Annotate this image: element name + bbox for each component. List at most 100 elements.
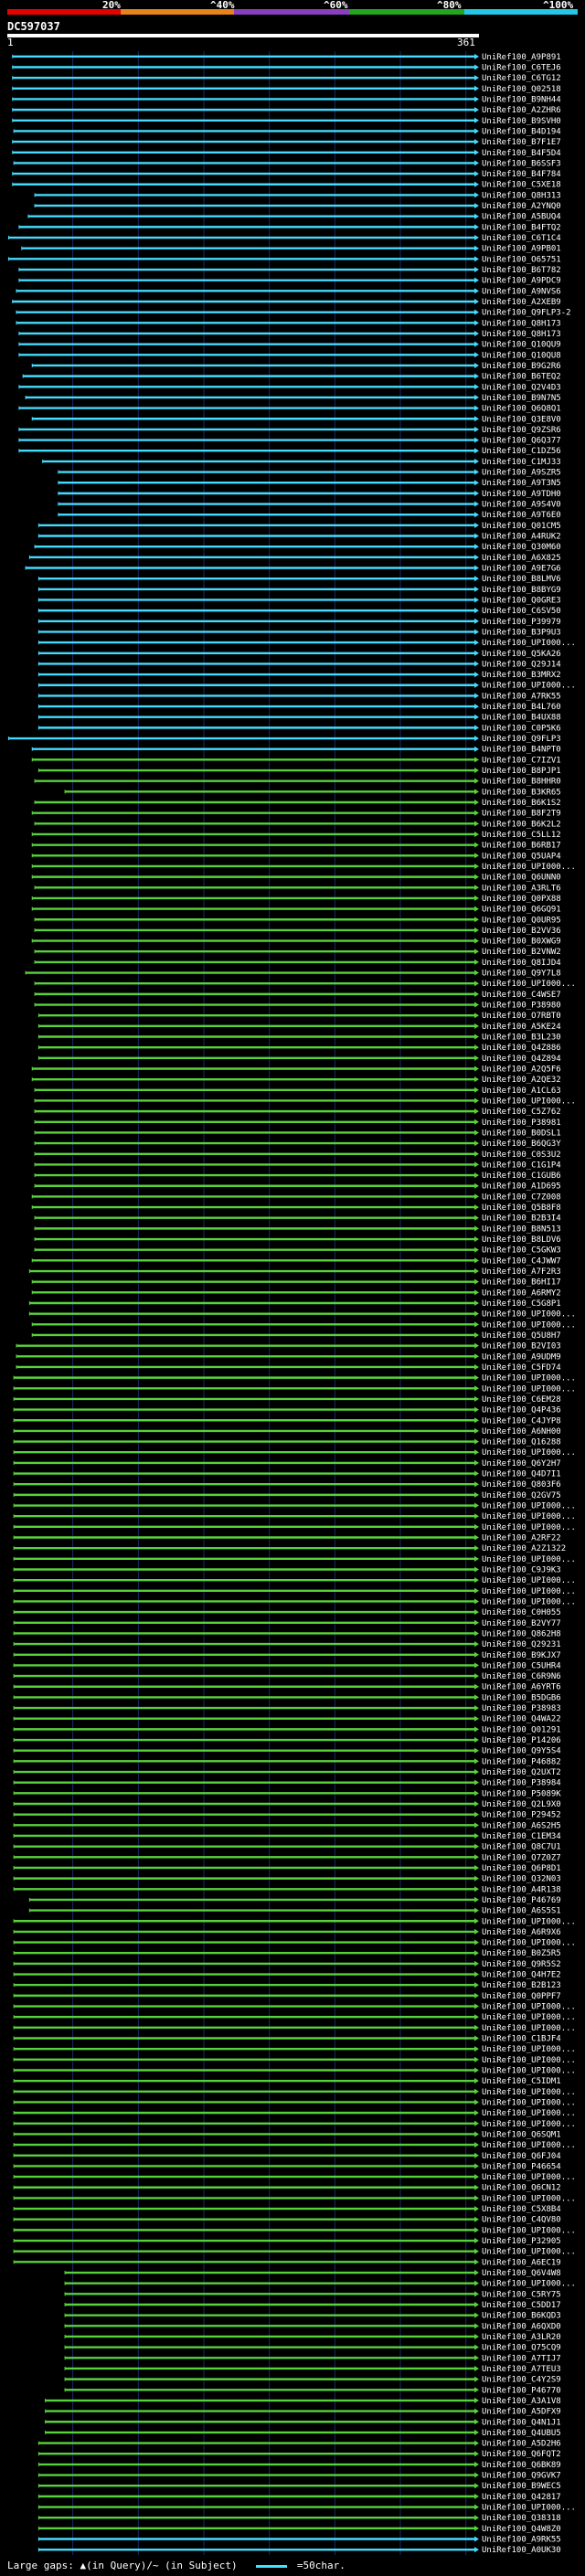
hit-label[interactable]: UniRef100_Q4UBU5 (482, 2429, 561, 2438)
hit-row[interactable]: UniRef100_UPI000... (13, 2194, 576, 2203)
hit-row[interactable]: UniRef100_Q01291 (13, 1725, 561, 1734)
hit-label[interactable]: UniRef100_A5BUQ4 (482, 213, 561, 222)
hit-label[interactable]: UniRef100_UPI000... (482, 1512, 576, 1521)
hit-label[interactable]: UniRef100_Q6Q377 (482, 437, 561, 446)
hit-row[interactable]: UniRef100_B6KQD3 (64, 2312, 561, 2321)
hit-row[interactable]: UniRef100_Q6Q377 (18, 437, 561, 446)
hit-row[interactable]: UniRef100_UPI000... (13, 2109, 576, 2118)
hit-row[interactable]: UniRef100_Q6CN12 (13, 2184, 561, 2193)
hit-row[interactable]: UniRef100_UPI000... (34, 980, 576, 989)
hit-label[interactable]: UniRef100_A3LR20 (482, 2333, 561, 2342)
hit-row[interactable]: UniRef100_UPI000... (13, 1374, 576, 1383)
hit-row[interactable]: UniRef100_B4FTQ2 (18, 223, 561, 232)
hit-row[interactable]: UniRef100_Q10QU9 (18, 341, 561, 350)
hit-label[interactable]: UniRef100_P38981 (482, 1118, 561, 1128)
hit-label[interactable]: UniRef100_Q8C7U1 (482, 1843, 561, 1852)
hit-label[interactable]: UniRef100_Q2V4D3 (482, 383, 561, 392)
hit-label[interactable]: UniRef100_C6R9N6 (482, 1672, 561, 1681)
hit-row[interactable]: UniRef100_Q6Y2H7 (13, 1459, 561, 1468)
hit-label[interactable]: UniRef100_C1MJ33 (482, 458, 561, 467)
hit-row[interactable]: UniRef100_Q5KA26 (37, 650, 561, 659)
hit-label[interactable]: UniRef100_A2YNQ0 (482, 202, 561, 211)
hit-row[interactable]: UniRef100_P14206 (13, 1736, 561, 1745)
hit-label[interactable]: UniRef100_C7Z008 (482, 1193, 561, 1202)
hit-row[interactable]: UniRef100_UPI000... (13, 2226, 576, 2235)
hit-label[interactable]: UniRef100_Q8IJD4 (482, 959, 561, 968)
hit-row[interactable]: UniRef100_Q16288 (13, 1438, 561, 1447)
hit-label[interactable]: UniRef100_A2Z1322 (482, 1544, 566, 1553)
hit-row[interactable]: UniRef100_C1G1P4 (34, 1161, 561, 1170)
hit-row[interactable]: UniRef100_A3A1V8 (45, 2397, 561, 2406)
hit-row[interactable]: UniRef100_A0UK30 (37, 2546, 561, 2555)
hit-row[interactable]: UniRef100_C0H055 (13, 1608, 561, 1617)
hit-row[interactable]: UniRef100_A9P891 (12, 53, 561, 62)
hit-label[interactable]: UniRef100_Q9R5S2 (482, 1960, 561, 1969)
hit-row[interactable]: UniRef100_Q8IJD4 (34, 959, 561, 968)
hit-label[interactable]: UniRef100_Q16288 (482, 1438, 561, 1447)
hit-label[interactable]: UniRef100_C4QV80 (482, 2216, 561, 2225)
hit-row[interactable]: UniRef100_Q6UNN0 (31, 874, 561, 883)
hit-label[interactable]: UniRef100_C1DZ56 (482, 447, 561, 456)
hit-label[interactable]: UniRef100_Q6GQ91 (482, 906, 561, 915)
hit-row[interactable]: UniRef100_B5DGB6 (13, 1693, 561, 1702)
hit-label[interactable]: UniRef100_B6SSF3 (482, 159, 561, 168)
hit-row[interactable]: UniRef100_C1DZ56 (18, 447, 561, 456)
hit-row[interactable]: UniRef100_P38983 (13, 1704, 561, 1713)
hit-label[interactable]: UniRef100_Q4Z894 (482, 1055, 561, 1064)
hit-row[interactable]: UniRef100_B3MRX2 (37, 671, 561, 680)
hit-row[interactable]: UniRef100_C4WSE7 (34, 991, 561, 1000)
hit-label[interactable]: UniRef100_UPI000... (482, 1320, 576, 1330)
hit-label[interactable]: UniRef100_UPI000... (482, 2120, 576, 2129)
hit-row[interactable]: UniRef100_Q6BK89 (37, 2461, 561, 2470)
hit-label[interactable]: UniRef100_Q4P436 (482, 1406, 561, 1415)
hit-label[interactable]: UniRef100_Q01291 (482, 1725, 561, 1734)
hit-label[interactable]: UniRef100_Q862H8 (482, 1629, 561, 1638)
hit-row[interactable]: UniRef100_B7F1E7 (12, 138, 561, 147)
hit-label[interactable]: UniRef100_Q5U8H7 (482, 1331, 561, 1341)
hit-row[interactable]: UniRef100_Q2GV75 (13, 1491, 561, 1500)
hit-row[interactable]: UniRef100_UPI000... (37, 682, 576, 691)
hit-row[interactable]: UniRef100_B9WEC5 (37, 2482, 561, 2491)
hit-row[interactable]: UniRef100_C5UHR4 (13, 1661, 561, 1670)
hit-label[interactable]: UniRef100_O65751 (482, 255, 561, 264)
hit-label[interactable]: UniRef100_A6YRT6 (482, 1683, 561, 1692)
hit-row[interactable]: UniRef100_Q9FLP3-2 (16, 309, 571, 318)
hit-row[interactable]: UniRef100_Q8H173 (18, 330, 561, 339)
hit-row[interactable]: UniRef100_A5D2H6 (37, 2440, 561, 2449)
hit-row[interactable]: UniRef100_Q38318 (37, 2514, 561, 2523)
hit-label[interactable]: UniRef100_B2VI03 (482, 1342, 561, 1352)
hit-row[interactable]: UniRef100_UPI000... (13, 2088, 576, 2097)
hit-row[interactable]: UniRef100_A3LR20 (64, 2333, 561, 2342)
hit-label[interactable]: UniRef100_Q9Y5S4 (482, 1747, 561, 1756)
hit-row[interactable]: UniRef100_C5XE18 (12, 181, 561, 190)
hit-row[interactable]: UniRef100_C5DD17 (64, 2301, 561, 2310)
hit-row[interactable]: UniRef100_P46770 (64, 2386, 561, 2395)
hit-row[interactable]: UniRef100_A7TEU3 (64, 2365, 561, 2374)
hit-row[interactable]: UniRef100_A4R138 (13, 1885, 561, 1894)
hit-label[interactable]: UniRef100_C5RY75 (482, 2290, 561, 2299)
hit-label[interactable]: UniRef100_B4L760 (482, 703, 561, 712)
hit-row[interactable]: UniRef100_C1GUB6 (34, 1171, 561, 1181)
hit-row[interactable]: UniRef100_Q6GQ91 (31, 906, 561, 915)
hit-row[interactable]: UniRef100_Q02518 (12, 85, 561, 94)
hit-label[interactable]: UniRef100_UPI000... (482, 2003, 576, 2012)
hit-row[interactable]: UniRef100_A9SZR5 (58, 469, 561, 478)
hit-row[interactable]: UniRef100_UPI000... (64, 2280, 576, 2289)
hit-row[interactable]: UniRef100_Q6V4W8 (64, 2269, 561, 2278)
hit-label[interactable]: UniRef100_A0UK30 (482, 2546, 561, 2555)
hit-label[interactable]: UniRef100_B6KQD3 (482, 2312, 561, 2321)
hit-label[interactable]: UniRef100_B8LDV6 (482, 1235, 561, 1245)
hit-row[interactable]: UniRef100_A2Z1322 (13, 1544, 566, 1553)
hit-label[interactable]: UniRef100_A2RF22 (482, 1534, 561, 1543)
hit-label[interactable]: UniRef100_UPI000... (482, 2248, 576, 2257)
hit-row[interactable]: UniRef100_Q42817 (37, 2493, 561, 2502)
hit-label[interactable]: UniRef100_UPI000... (482, 1502, 576, 1511)
hit-label[interactable]: UniRef100_A9NVS6 (482, 287, 561, 296)
hit-label[interactable]: UniRef100_P38980 (482, 1002, 561, 1011)
hit-label[interactable]: UniRef100_Q75CQ9 (482, 2344, 561, 2353)
hit-row[interactable]: UniRef100_C5Z762 (34, 1108, 561, 1117)
hit-label[interactable]: UniRef100_P46654 (482, 2162, 561, 2171)
hit-row[interactable]: UniRef100_A6NH00 (13, 1427, 561, 1436)
hit-row[interactable]: UniRef100_B2VV36 (34, 927, 561, 936)
hit-row[interactable]: UniRef100_A9E7G6 (25, 564, 561, 573)
